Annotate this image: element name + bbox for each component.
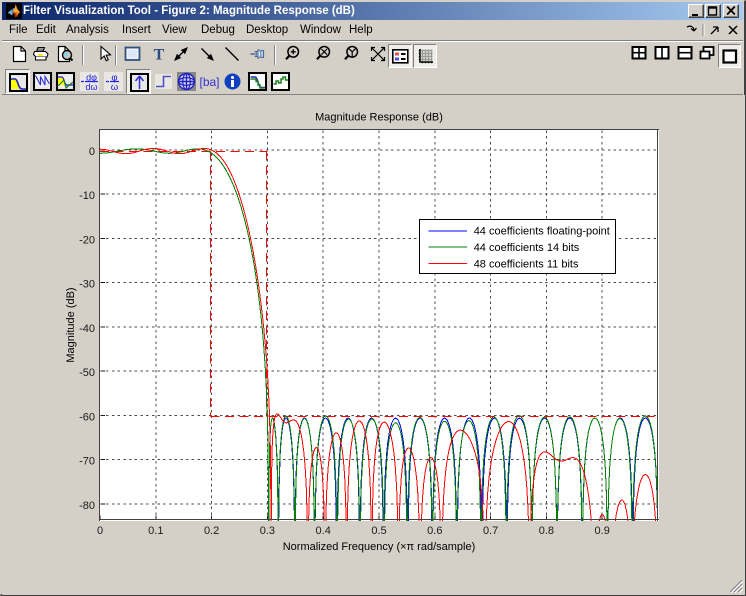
svg-text:dω: dω bbox=[85, 82, 97, 91]
svg-text:0.3: 0.3 bbox=[260, 525, 275, 537]
svg-text:-40: -40 bbox=[79, 323, 95, 335]
svg-text:T: T bbox=[154, 47, 165, 64]
svg-text:Magnitude (dB): Magnitude (dB) bbox=[65, 287, 77, 362]
svg-text:-80: -80 bbox=[79, 500, 95, 512]
svg-text:-20: -20 bbox=[79, 235, 95, 247]
svg-text:0.5: 0.5 bbox=[371, 525, 386, 537]
svg-text:0.6: 0.6 bbox=[427, 525, 442, 537]
svg-text:0: 0 bbox=[97, 525, 103, 537]
svg-text:ω: ω bbox=[111, 82, 119, 91]
svg-text:48 coefficients 11 bits: 48 coefficients 11 bits bbox=[474, 258, 579, 270]
svg-text:0.9: 0.9 bbox=[595, 525, 610, 537]
svg-text:Magnitude Response (dB): Magnitude Response (dB) bbox=[315, 112, 443, 124]
svg-text:-60: -60 bbox=[79, 411, 95, 423]
svg-text:-10: -10 bbox=[79, 190, 95, 202]
svg-text:-50: -50 bbox=[79, 367, 95, 379]
svg-text:0.1: 0.1 bbox=[148, 525, 163, 537]
svg-text:[ba]: [ba] bbox=[200, 75, 219, 89]
svg-text:0.7: 0.7 bbox=[483, 525, 498, 537]
svg-text:0.4: 0.4 bbox=[316, 525, 331, 537]
svg-text:dφ: dφ bbox=[86, 73, 97, 83]
svg-text:44 coefficients floating-point: 44 coefficients floating-point bbox=[474, 226, 610, 238]
svg-text:-30: -30 bbox=[79, 279, 95, 291]
svg-text:0.8: 0.8 bbox=[539, 525, 554, 537]
svg-text:0.2: 0.2 bbox=[204, 525, 219, 537]
svg-text:-70: -70 bbox=[79, 456, 95, 468]
svg-text:44 coefficients 14 bits: 44 coefficients 14 bits bbox=[474, 242, 580, 254]
svg-text:Normalized Frequency (×π rad/s: Normalized Frequency (×π rad/sample) bbox=[283, 541, 476, 553]
svg-text:0: 0 bbox=[89, 146, 95, 158]
